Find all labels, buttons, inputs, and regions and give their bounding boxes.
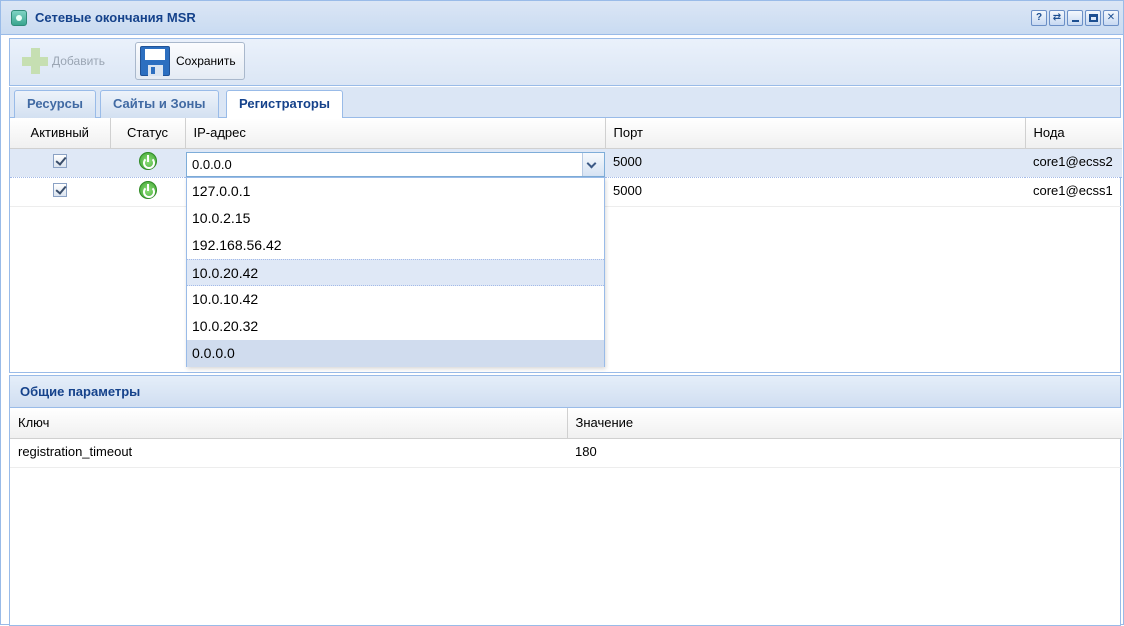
ip-option[interactable]: 10.0.20.42 [187,259,604,286]
refresh-icon[interactable]: ⇄ [1049,10,1065,26]
tab-sites-zones[interactable]: Сайты и Зоны [100,90,219,118]
floppy-icon [140,46,170,76]
close-icon[interactable]: ✕ [1103,10,1119,26]
ip-option[interactable]: 192.168.56.42 [187,232,604,259]
active-cell[interactable] [10,177,110,207]
column-value[interactable]: Значение [567,408,1122,439]
window-titlebar[interactable]: Сетевые окончания MSR ? ⇄ ✕ [1,1,1123,35]
column-ip[interactable]: IP-адрес [185,118,606,149]
msr-window: Сетевые окончания MSR ? ⇄ ✕ Добавить Сох… [0,0,1124,626]
minimize-icon[interactable] [1067,10,1083,26]
ip-combo-value: 0.0.0.0 [192,157,232,172]
param-key-cell[interactable]: registration_timeout [10,438,567,468]
maximize-icon[interactable] [1085,10,1101,26]
status-cell [110,177,185,207]
grid-header: Активный Статус IP-адрес Порт Нода [10,118,1122,149]
chevron-down-icon[interactable] [582,153,604,176]
app-icon [11,10,27,26]
active-cell[interactable] [10,147,110,178]
toolbar: Добавить Сохранить [9,38,1121,86]
save-button[interactable]: Сохранить [135,42,245,80]
active-checkbox[interactable] [53,153,67,168]
window-tools: ? ⇄ ✕ [1031,10,1119,26]
save-button-label: Сохранить [176,54,236,68]
ip-option[interactable]: 10.0.2.15 [187,205,604,232]
table-row[interactable]: registration_timeout 180 [10,438,1122,468]
window-title: Сетевые окончания MSR [35,10,196,25]
active-checkbox[interactable] [53,182,67,197]
help-icon[interactable]: ? [1031,10,1047,26]
params-grid-header: Ключ Значение [10,408,1122,439]
ip-option[interactable]: 10.0.10.42 [187,286,604,313]
node-cell[interactable]: core1@ecss2 [1025,147,1122,178]
param-value-cell[interactable]: 180 [567,438,1122,468]
ip-option[interactable]: 10.0.20.32 [187,313,604,340]
column-active[interactable]: Активный [10,118,111,149]
ip-option[interactable]: 0.0.0.0 [187,340,604,367]
add-button-label: Добавить [52,54,106,68]
column-port[interactable]: Порт [605,118,1026,149]
node-cell[interactable]: core1@ecss1 [1025,177,1122,207]
tab-registrars[interactable]: Регистраторы [226,90,343,119]
ip-option[interactable]: 127.0.0.1 [187,178,604,205]
port-cell[interactable]: 5000 [605,177,1025,207]
add-button[interactable]: Добавить [16,42,113,80]
power-on-icon [138,180,157,199]
port-cell[interactable]: 5000 [605,147,1025,178]
power-on-icon [138,151,157,170]
tab-strip: Ресурсы Сайты и Зоны Регистраторы [9,87,1121,119]
column-status[interactable]: Статус [110,118,186,149]
ip-dropdown-list: 127.0.0.1 10.0.2.15 192.168.56.42 10.0.2… [186,177,605,367]
plus-icon [20,46,50,76]
status-cell [110,147,185,178]
tab-resources[interactable]: Ресурсы [14,90,96,118]
ip-address-combo[interactable]: 0.0.0.0 [186,152,605,177]
column-key[interactable]: Ключ [10,408,568,439]
params-panel-title[interactable]: Общие параметры [10,376,1120,408]
common-params-panel: Общие параметры Ключ Значение registrati… [9,375,1122,626]
column-node[interactable]: Нода [1025,118,1122,149]
